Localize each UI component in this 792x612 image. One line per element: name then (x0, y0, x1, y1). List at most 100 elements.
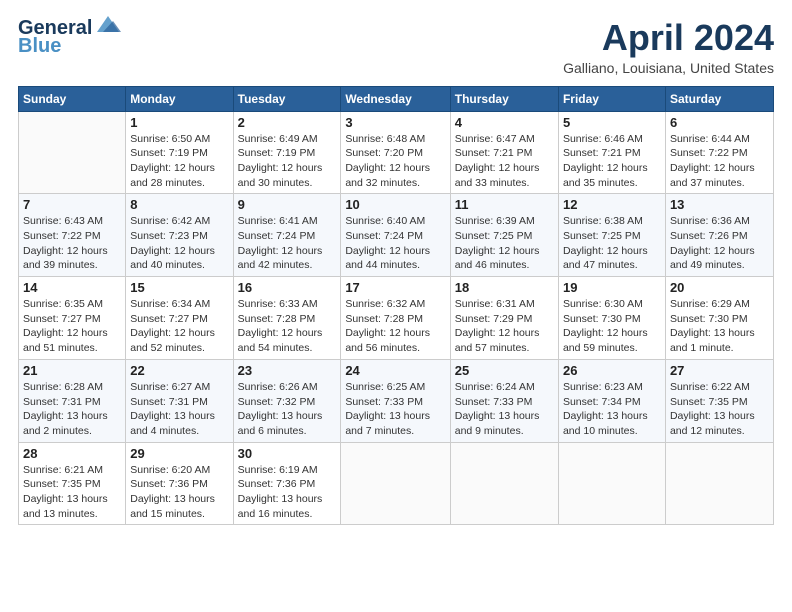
calendar-cell: 23Sunrise: 6:26 AMSunset: 7:32 PMDayligh… (233, 359, 341, 442)
day-number: 28 (23, 446, 121, 461)
calendar-cell: 10 Sunrise: 6:40 AMSunset: 7:24 PMDayligh… (341, 194, 450, 277)
calendar-cell: 13 Sunrise: 6:36 AMSunset: 7:26 PMDayligh… (665, 194, 773, 277)
day-info: Sunrise: 6:44 AMSunset: 7:22 PMDaylight:… (670, 132, 769, 191)
logo-icon (95, 12, 121, 38)
week-row-2: 7 Sunrise: 6:43 AMSunset: 7:22 PMDaylight… (19, 194, 774, 277)
calendar-cell: 9Sunrise: 6:41 AMSunset: 7:24 PMDaylight… (233, 194, 341, 277)
day-info: Sunrise: 6:28 AMSunset: 7:31 PMDaylight:… (23, 380, 121, 439)
day-info: Sunrise: 6:34 AMSunset: 7:27 PMDaylight:… (130, 297, 228, 356)
day-number: 14 (23, 280, 121, 295)
calendar-cell: 20Sunrise: 6:29 AMSunset: 7:30 PMDayligh… (665, 277, 773, 360)
day-number: 18 (455, 280, 554, 295)
day-info: Sunrise: 6:38 AMSunset: 7:25 PMDaylight:… (563, 214, 661, 273)
day-info: Sunrise: 6:36 AMSunset: 7:26 PMDaylight:… (670, 214, 769, 273)
day-info: Sunrise: 6:49 AMSunset: 7:19 PMDaylight:… (238, 132, 337, 191)
day-info: Sunrise: 6:40 AMSunset: 7:24 PMDaylight:… (345, 214, 445, 273)
day-info: Sunrise: 6:27 AMSunset: 7:31 PMDaylight:… (130, 380, 228, 439)
calendar-cell: 1Sunrise: 6:50 AMSunset: 7:19 PMDaylight… (126, 111, 233, 194)
day-number: 9 (238, 197, 337, 212)
logo: General Blue (18, 18, 121, 56)
day-header-sunday: Sunday (19, 86, 126, 111)
calendar-cell: 7 Sunrise: 6:43 AMSunset: 7:22 PMDaylight… (19, 194, 126, 277)
calendar-cell (19, 111, 126, 194)
title-area: April 2024 Galliano, Louisiana, United S… (563, 18, 774, 76)
day-header-monday: Monday (126, 86, 233, 111)
day-info: Sunrise: 6:46 AMSunset: 7:21 PMDaylight:… (563, 132, 661, 191)
day-info: Sunrise: 6:29 AMSunset: 7:30 PMDaylight:… (670, 297, 769, 356)
day-number: 27 (670, 363, 769, 378)
day-header-tuesday: Tuesday (233, 86, 341, 111)
day-info: Sunrise: 6:30 AMSunset: 7:30 PMDaylight:… (563, 297, 661, 356)
location: Galliano, Louisiana, United States (563, 60, 774, 76)
calendar-cell (450, 442, 558, 525)
week-row-5: 28 Sunrise: 6:21 AMSunset: 7:35 PMDayligh… (19, 442, 774, 525)
day-info: Sunrise: 6:32 AMSunset: 7:28 PMDaylight:… (345, 297, 445, 356)
day-info: Sunrise: 6:19 AMSunset: 7:36 PMDaylight:… (238, 463, 337, 522)
day-info: Sunrise: 6:47 AMSunset: 7:21 PMDaylight:… (455, 132, 554, 191)
calendar-cell: 8 Sunrise: 6:42 AMSunset: 7:23 PMDaylight… (126, 194, 233, 277)
calendar-cell: 15 Sunrise: 6:34 AMSunset: 7:27 PMDayligh… (126, 277, 233, 360)
calendar-cell: 4 Sunrise: 6:47 AMSunset: 7:21 PMDaylight… (450, 111, 558, 194)
calendar-cell: 11 Sunrise: 6:39 AMSunset: 7:25 PMDayligh… (450, 194, 558, 277)
calendar-cell: 18 Sunrise: 6:31 AMSunset: 7:29 PMDayligh… (450, 277, 558, 360)
day-number: 29 (130, 446, 228, 461)
calendar-cell: 5 Sunrise: 6:46 AMSunset: 7:21 PMDaylight… (558, 111, 665, 194)
day-header-wednesday: Wednesday (341, 86, 450, 111)
day-header-saturday: Saturday (665, 86, 773, 111)
week-row-3: 14Sunrise: 6:35 AMSunset: 7:27 PMDayligh… (19, 277, 774, 360)
day-info: Sunrise: 6:25 AMSunset: 7:33 PMDaylight:… (345, 380, 445, 439)
calendar-cell: 30Sunrise: 6:19 AMSunset: 7:36 PMDayligh… (233, 442, 341, 525)
calendar-cell: 14Sunrise: 6:35 AMSunset: 7:27 PMDayligh… (19, 277, 126, 360)
day-info: Sunrise: 6:31 AMSunset: 7:29 PMDaylight:… (455, 297, 554, 356)
day-number: 25 (455, 363, 554, 378)
calendar-cell: 27 Sunrise: 6:22 AMSunset: 7:35 PMDayligh… (665, 359, 773, 442)
day-number: 11 (455, 197, 554, 212)
day-info: Sunrise: 6:42 AMSunset: 7:23 PMDaylight:… (130, 214, 228, 273)
page: General Blue April 2024 Galliano, Louisi… (0, 0, 792, 612)
calendar-cell (665, 442, 773, 525)
day-number: 2 (238, 115, 337, 130)
day-header-friday: Friday (558, 86, 665, 111)
calendar-cell (341, 442, 450, 525)
day-number: 1 (130, 115, 228, 130)
day-number: 22 (130, 363, 228, 378)
day-info: Sunrise: 6:43 AMSunset: 7:22 PMDaylight:… (23, 214, 121, 273)
day-header-thursday: Thursday (450, 86, 558, 111)
calendar-cell: 25Sunrise: 6:24 AMSunset: 7:33 PMDayligh… (450, 359, 558, 442)
calendar-table: SundayMondayTuesdayWednesdayThursdayFrid… (18, 86, 774, 526)
day-number: 3 (345, 115, 445, 130)
day-number: 15 (130, 280, 228, 295)
calendar-cell: 6 Sunrise: 6:44 AMSunset: 7:22 PMDaylight… (665, 111, 773, 194)
day-number: 26 (563, 363, 661, 378)
day-number: 16 (238, 280, 337, 295)
day-number: 17 (345, 280, 445, 295)
calendar-cell: 12Sunrise: 6:38 AMSunset: 7:25 PMDayligh… (558, 194, 665, 277)
calendar-cell: 21 Sunrise: 6:28 AMSunset: 7:31 PMDayligh… (19, 359, 126, 442)
day-number: 7 (23, 197, 121, 212)
calendar-cell (558, 442, 665, 525)
header: General Blue April 2024 Galliano, Louisi… (18, 18, 774, 76)
day-info: Sunrise: 6:48 AMSunset: 7:20 PMDaylight:… (345, 132, 445, 191)
calendar-cell: 24 Sunrise: 6:25 AMSunset: 7:33 PMDayligh… (341, 359, 450, 442)
day-number: 5 (563, 115, 661, 130)
day-number: 4 (455, 115, 554, 130)
calendar-cell: 3 Sunrise: 6:48 AMSunset: 7:20 PMDaylight… (341, 111, 450, 194)
calendar-cell: 22 Sunrise: 6:27 AMSunset: 7:31 PMDayligh… (126, 359, 233, 442)
day-number: 21 (23, 363, 121, 378)
day-info: Sunrise: 6:23 AMSunset: 7:34 PMDaylight:… (563, 380, 661, 439)
day-number: 13 (670, 197, 769, 212)
calendar-cell: 26 Sunrise: 6:23 AMSunset: 7:34 PMDayligh… (558, 359, 665, 442)
day-number: 19 (563, 280, 661, 295)
calendar-cell: 17 Sunrise: 6:32 AMSunset: 7:28 PMDayligh… (341, 277, 450, 360)
day-info: Sunrise: 6:22 AMSunset: 7:35 PMDaylight:… (670, 380, 769, 439)
day-number: 24 (345, 363, 445, 378)
day-number: 10 (345, 197, 445, 212)
day-number: 8 (130, 197, 228, 212)
day-number: 6 (670, 115, 769, 130)
day-info: Sunrise: 6:26 AMSunset: 7:32 PMDaylight:… (238, 380, 337, 439)
day-info: Sunrise: 6:33 AMSunset: 7:28 PMDaylight:… (238, 297, 337, 356)
day-info: Sunrise: 6:20 AMSunset: 7:36 PMDaylight:… (130, 463, 228, 522)
calendar-cell: 2 Sunrise: 6:49 AMSunset: 7:19 PMDaylight… (233, 111, 341, 194)
day-info: Sunrise: 6:39 AMSunset: 7:25 PMDaylight:… (455, 214, 554, 273)
day-info: Sunrise: 6:21 AMSunset: 7:35 PMDaylight:… (23, 463, 121, 522)
